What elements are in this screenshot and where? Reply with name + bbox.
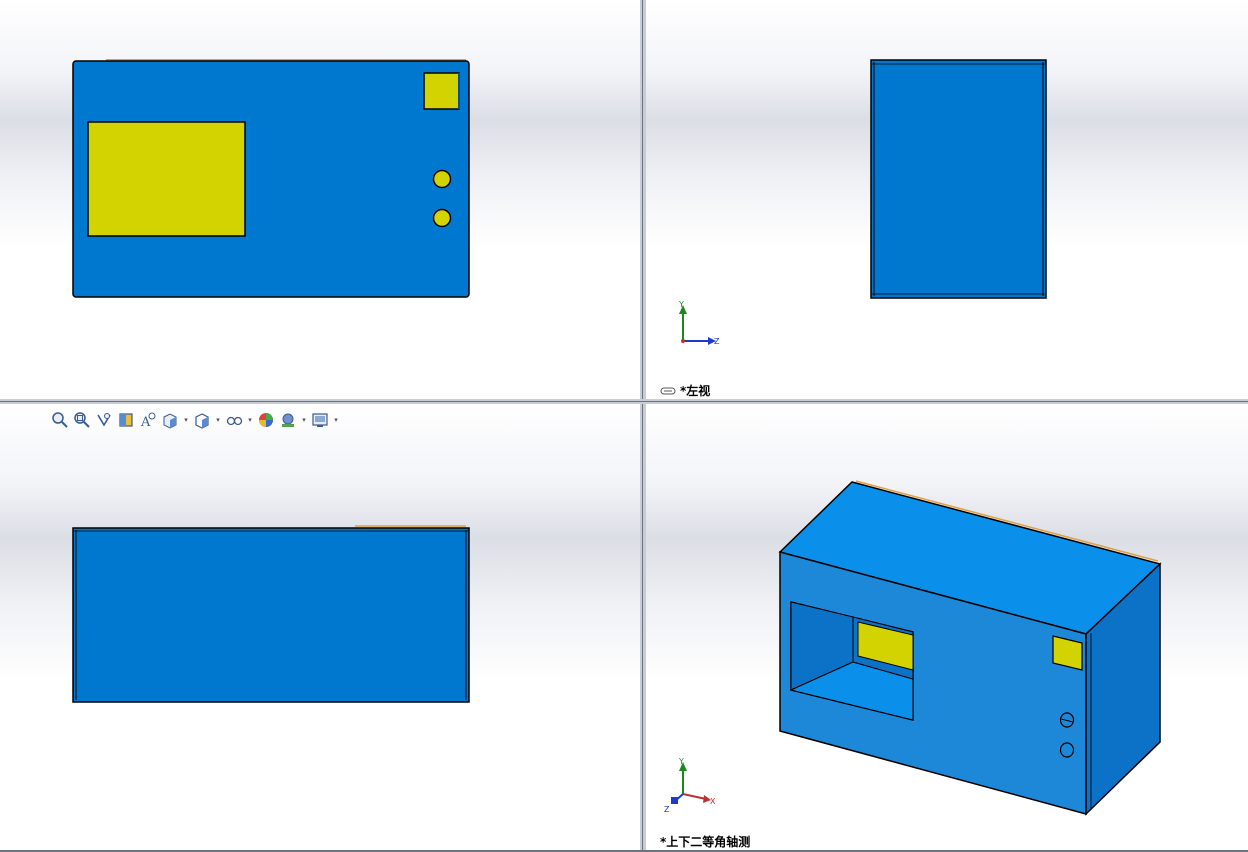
display-cutout — [87, 121, 246, 237]
left-view-model[interactable]: Y Z — [646, 0, 1248, 399]
triad-iso-x-label: X — [710, 797, 716, 806]
left-panel-face — [870, 59, 1047, 299]
view-label-left: *左视 — [660, 382, 710, 399]
triad-y-label: Y — [678, 300, 684, 309]
viewport-divider-horizontal[interactable] — [0, 399, 1248, 404]
viewport-isometric[interactable]: Y X Z *上下二等角轴测 — [646, 404, 1248, 850]
square-port — [423, 72, 460, 110]
round-port-lower — [432, 208, 452, 228]
top-panel-face — [72, 527, 470, 703]
view-label-left-text: *左视 — [680, 384, 711, 398]
viewport-left[interactable]: Y Z *左视 — [646, 0, 1248, 399]
front-view-model[interactable] — [0, 0, 640, 399]
triad-iso-z-label: Z — [664, 805, 670, 814]
triad-iso-y-label: Y — [678, 757, 684, 766]
round-port-upper — [432, 169, 452, 189]
iso-round-port-lower — [1059, 742, 1075, 758]
top-view-model[interactable] — [0, 404, 640, 850]
isometric-view-model[interactable]: Y X Z — [646, 404, 1248, 850]
coordinate-triad-iso: Y X Z — [664, 757, 716, 814]
triad-z-label: Z — [714, 337, 720, 346]
viewport-top[interactable]: A ▾ ▾ ▾ ▾ ▾ — [0, 404, 640, 850]
viewport-divider-vertical[interactable] — [640, 0, 646, 852]
view-link-icon — [660, 384, 676, 398]
viewport-front[interactable] — [0, 0, 640, 399]
coordinate-triad: Y Z — [678, 300, 720, 346]
view-label-isometric: *上下二等角轴测 — [660, 835, 751, 849]
